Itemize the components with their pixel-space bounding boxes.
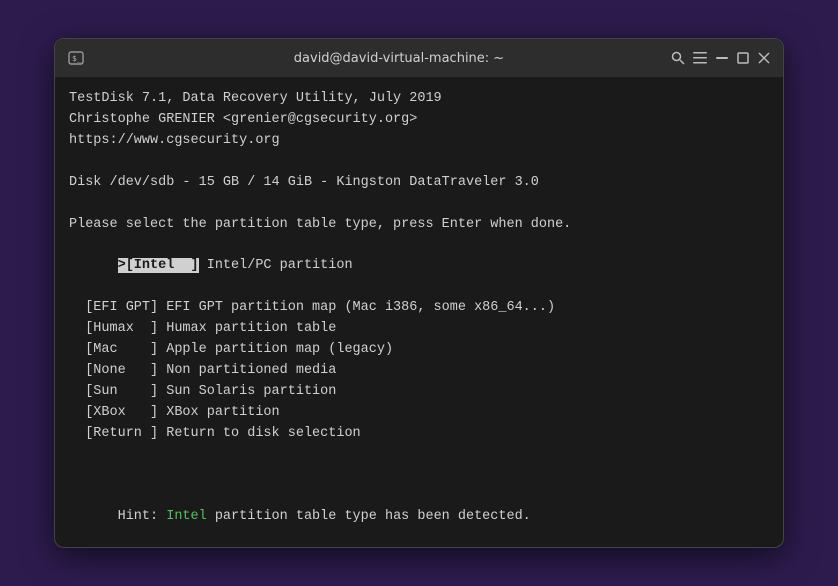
maximize-button[interactable] [736, 48, 749, 68]
terminal-icon: $_ [67, 49, 85, 67]
terminal-body: TestDisk 7.1, Data Recovery Utility, Jul… [55, 77, 783, 547]
titlebar: $_ david@david-virtual-machine: ~ [55, 39, 783, 77]
window-title: david@david-virtual-machine: ~ [127, 51, 671, 66]
close-button[interactable] [758, 48, 771, 68]
line-author: Christophe GRENIER <grenier@cgsecurity.o… [69, 110, 769, 131]
titlebar-controls [671, 48, 771, 68]
line-xbox: [XBox ] XBox partition [69, 403, 769, 424]
selected-label: Intel/PC partition [199, 258, 353, 273]
line-url: https://www.cgsecurity.org [69, 131, 769, 152]
line-testdisk: TestDisk 7.1, Data Recovery Utility, Jul… [69, 89, 769, 110]
blank-line-3 [69, 445, 769, 466]
minimize-button[interactable] [715, 48, 728, 68]
terminal-window: $_ david@david-virtual-machine: ~ [54, 38, 784, 548]
svg-text:$_: $_ [72, 54, 82, 63]
hint-prefix: Hint: [118, 509, 167, 524]
selected-item: >[Intel ] [118, 258, 199, 273]
line-prompt: Please select the partition table type, … [69, 215, 769, 236]
line-return: [Return ] Return to disk selection [69, 424, 769, 445]
blank-line-4 [69, 466, 769, 487]
line-hint: Hint: Intel partition table type has bee… [69, 487, 769, 547]
line-sun: [Sun ] Sun Solaris partition [69, 382, 769, 403]
titlebar-left: $_ [67, 49, 127, 67]
line-intel-selected: >[Intel ] Intel/PC partition [69, 235, 769, 298]
blank-line-2 [69, 194, 769, 215]
line-humax: [Humax ] Humax partition table [69, 319, 769, 340]
hint-suffix: partition table type has been detected. [207, 509, 531, 524]
line-mac: [Mac ] Apple partition map (legacy) [69, 340, 769, 361]
hint-intel: Intel [166, 509, 207, 524]
search-button[interactable] [671, 48, 685, 68]
menu-button[interactable] [693, 48, 707, 68]
blank-line-1 [69, 152, 769, 173]
line-efi: [EFI GPT] EFI GPT partition map (Mac i38… [69, 298, 769, 319]
line-disk: Disk /dev/sdb - 15 GB / 14 GiB - Kingsto… [69, 173, 769, 194]
line-none: [None ] Non partitioned media [69, 361, 769, 382]
